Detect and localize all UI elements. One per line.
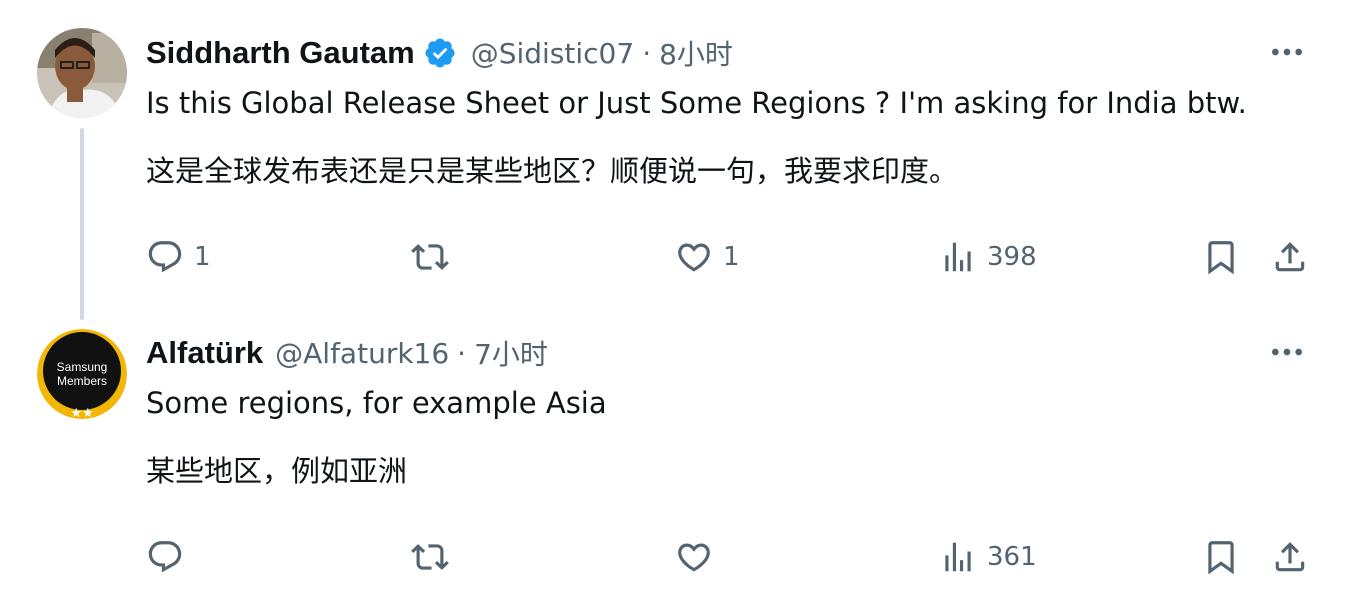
analytics-icon (945, 242, 971, 272)
tweet-header: Alfatürk @Alfaturk16 · 7小时 (146, 333, 548, 373)
share-button[interactable] (1271, 532, 1309, 582)
reply-icon (148, 541, 182, 573)
timestamp[interactable]: 7小时 (474, 333, 548, 373)
timestamp[interactable]: 8小时 (659, 33, 733, 73)
views-button[interactable]: 361 (939, 532, 1037, 582)
action-bar: 361 (0, 532, 1347, 582)
like-count: 1 (723, 242, 740, 272)
verified-badge-icon[interactable] (423, 36, 457, 70)
more-options-icon[interactable] (1267, 332, 1307, 372)
tweet-text: Is this Global Release Sheet or Just Som… (146, 86, 1247, 120)
repost-icon (411, 244, 449, 270)
thread-line (80, 128, 84, 320)
more-options-icon[interactable] (1267, 32, 1307, 72)
tweet-text: Some regions, for example Asia (146, 386, 607, 420)
bookmark-icon (1208, 241, 1234, 275)
tweet-translation: 这是全球发布表还是只是某些地区？顺便说一句，我要求印度。 (146, 154, 959, 188)
samsung-members-avatar-icon: Samsung Members ★★ (37, 329, 127, 419)
analytics-icon (945, 542, 971, 572)
avatar-stars: ★★ (70, 406, 93, 419)
repost-icon (411, 544, 449, 570)
avatar[interactable] (37, 28, 127, 118)
display-name[interactable]: Alfatürk (146, 335, 263, 371)
repost-button[interactable] (411, 532, 459, 582)
user-handle[interactable]: @Alfaturk16 (275, 337, 449, 370)
tweet-2[interactable]: Samsung Members ★★ Alfatürk @Alfaturk16 … (0, 320, 1347, 601)
views-button[interactable]: 398 (939, 232, 1037, 282)
tweet-header: Siddharth Gautam @Sidistic07 · 8小时 (146, 33, 733, 73)
views-count: 361 (987, 542, 1037, 572)
bookmark-button[interactable] (1202, 232, 1240, 282)
tweet-1[interactable]: Siddharth Gautam @Sidistic07 · 8小时 Is th… (0, 0, 1347, 320)
heart-icon (678, 243, 710, 272)
reply-icon (148, 241, 182, 273)
reply-button[interactable]: 1 (146, 232, 211, 282)
user-photo-avatar-icon (37, 28, 127, 118)
user-handle[interactable]: @Sidistic07 (471, 37, 634, 70)
heart-icon (678, 543, 710, 572)
tweet-translation: 某些地区，例如亚洲 (146, 454, 408, 488)
display-name[interactable]: Siddharth Gautam (146, 35, 415, 71)
reply-count: 1 (194, 242, 211, 272)
share-button[interactable] (1271, 232, 1309, 282)
like-button[interactable]: 1 (675, 232, 740, 282)
avatar-label-2: Members (57, 374, 107, 388)
views-count: 398 (987, 242, 1037, 272)
reply-button[interactable] (146, 532, 194, 582)
repost-button[interactable] (411, 232, 459, 282)
separator-dot: · (642, 36, 652, 70)
action-bar: 1 1 398 (0, 232, 1347, 282)
bookmark-button[interactable] (1202, 532, 1240, 582)
like-button[interactable] (675, 532, 723, 582)
share-icon (1275, 242, 1305, 272)
avatar[interactable]: Samsung Members ★★ (37, 329, 127, 419)
share-icon (1275, 542, 1305, 572)
separator-dot: · (457, 336, 467, 370)
avatar-label-1: Samsung (57, 360, 108, 374)
bookmark-icon (1208, 541, 1234, 575)
